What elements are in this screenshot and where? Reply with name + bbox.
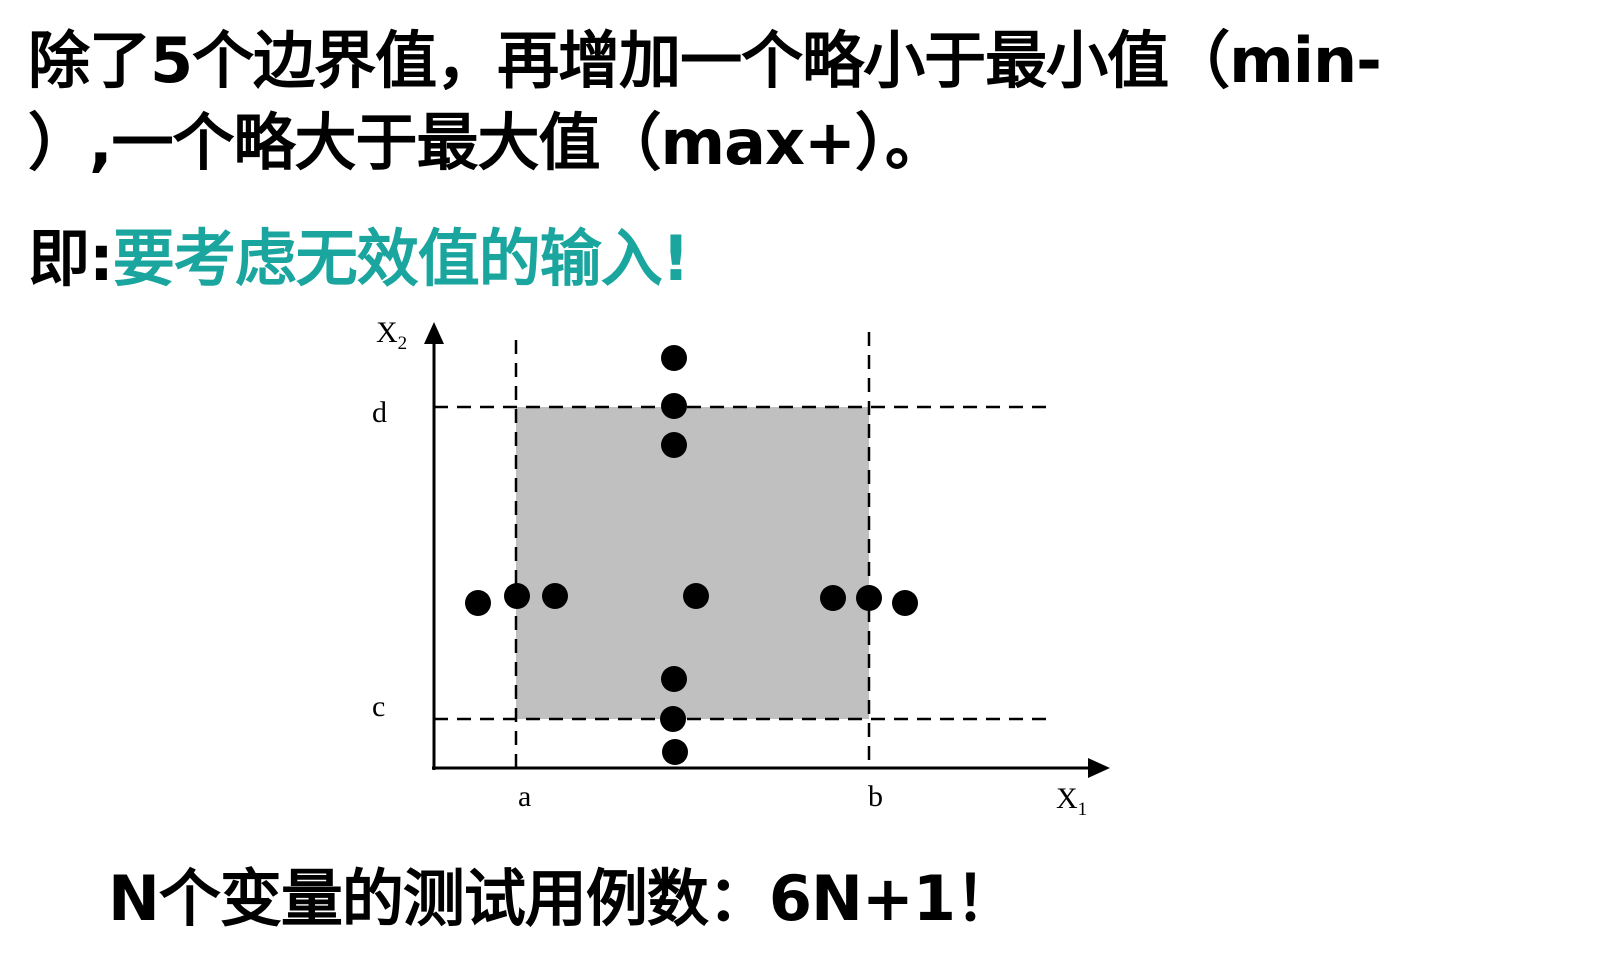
test-point-nom-max bbox=[661, 393, 687, 419]
bound-label-b: b bbox=[868, 780, 883, 813]
test-point-nom-nom bbox=[683, 583, 709, 609]
test-point-maxminus-nom bbox=[820, 585, 846, 611]
boundary-value-diagram: X2 X1 d c a b bbox=[372, 316, 1110, 820]
test-point-nom-maxminus bbox=[661, 432, 687, 458]
test-point-nom-maxplus bbox=[661, 345, 687, 371]
x1-axis-label: X1 bbox=[1056, 782, 1087, 820]
test-point-nom-minminus bbox=[662, 739, 688, 765]
bound-label-c: c bbox=[372, 690, 385, 723]
test-point-nom-minplus bbox=[661, 666, 687, 692]
test-point-nom-min bbox=[660, 706, 686, 732]
test-point-minminus-nom bbox=[465, 590, 491, 616]
test-point-maxplus-nom bbox=[892, 590, 918, 616]
test-point-max-nom bbox=[856, 585, 882, 611]
bound-label-a: a bbox=[518, 780, 531, 813]
test-point-min-nom bbox=[504, 583, 530, 609]
test-point-minplus-nom bbox=[542, 583, 568, 609]
bound-label-d: d bbox=[372, 396, 387, 429]
x2-axis-arrowhead bbox=[424, 322, 444, 344]
x1-axis-arrowhead bbox=[1088, 758, 1110, 778]
valid-region bbox=[516, 407, 869, 719]
x2-axis-label: X2 bbox=[376, 316, 407, 354]
footer-test-count: N个变量的测试用例数：6N+1！ bbox=[108, 862, 1017, 935]
